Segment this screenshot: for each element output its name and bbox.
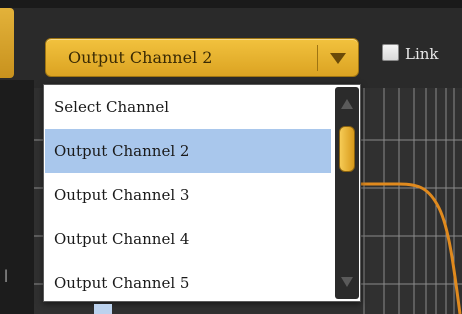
dropdown-option[interactable]: Select Channel <box>45 85 331 129</box>
link-checkbox[interactable] <box>382 44 399 61</box>
dropdown-option-selected[interactable]: Output Channel 2 <box>45 129 331 173</box>
link-label: Link <box>405 45 439 63</box>
scroll-thumb[interactable] <box>339 126 355 172</box>
channel-select-value: Output Channel 2 <box>68 48 213 67</box>
scroll-up-icon[interactable] <box>340 97 354 111</box>
select-divider <box>317 45 318 71</box>
bottom-tab-indicator[interactable] <box>94 304 112 314</box>
channel-select[interactable]: Output Channel 2 <box>45 38 359 77</box>
top-bar <box>0 0 462 8</box>
dropdown-scrollbar[interactable] <box>335 87 359 299</box>
channel-dropdown-list[interactable]: Select Channel Output Channel 2 Output C… <box>43 84 361 302</box>
left-panel-strip: | <box>0 80 34 314</box>
triangle-down-icon[interactable] <box>328 50 348 66</box>
dropdown-option[interactable]: Output Channel 3 <box>45 173 331 217</box>
left-accent-tab[interactable] <box>0 8 14 78</box>
dropdown-option[interactable]: Output Channel 4 <box>45 217 331 261</box>
left-tick-mark: | <box>4 268 9 282</box>
scroll-down-icon[interactable] <box>340 275 354 289</box>
response-curve <box>354 182 462 314</box>
dropdown-option[interactable]: Output Channel 5 <box>45 261 331 305</box>
